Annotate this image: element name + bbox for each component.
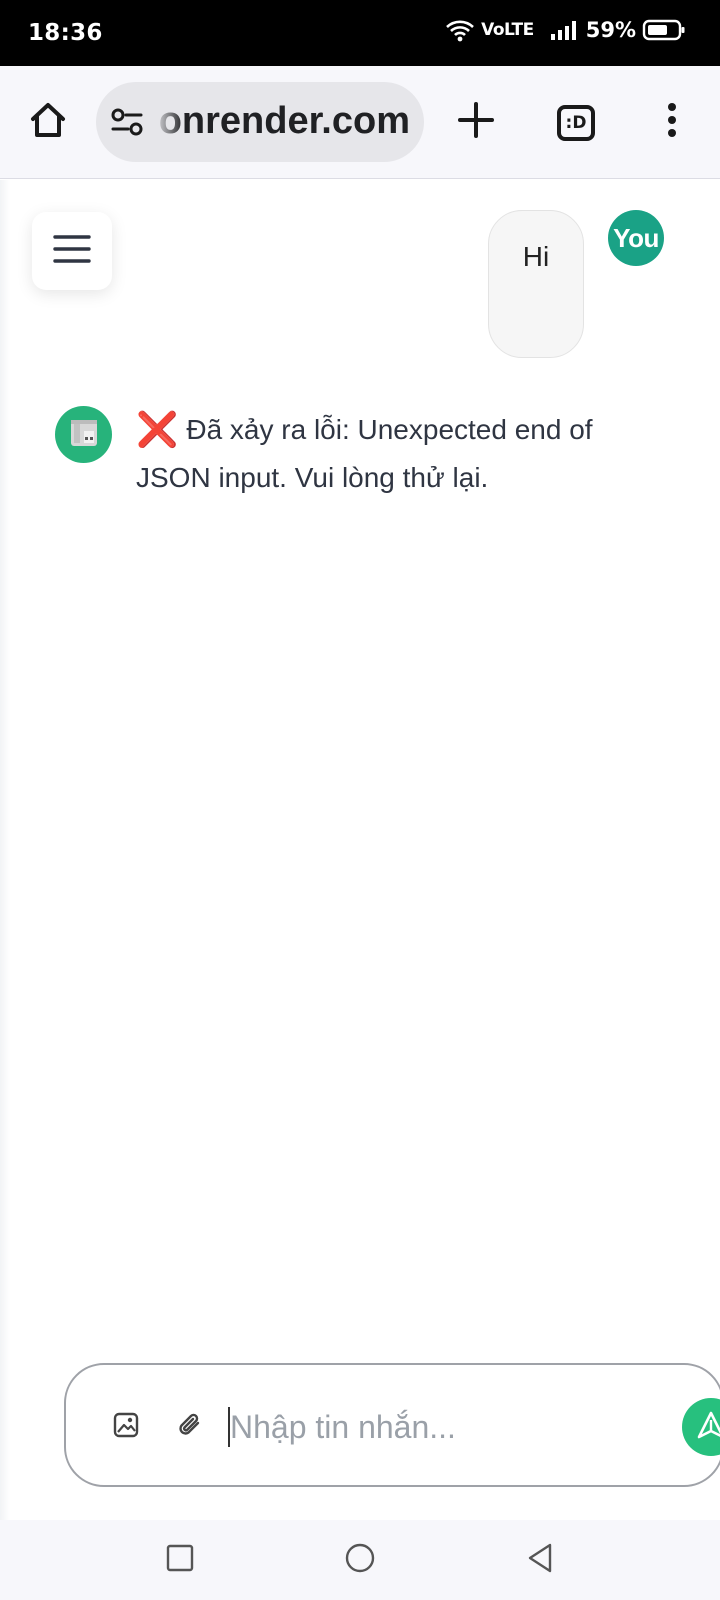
battery-icon: [642, 18, 686, 42]
attachment-icon[interactable]: [170, 1405, 210, 1445]
more-icon: [666, 102, 678, 143]
browser-toolbar: onrender.com :D: [0, 66, 720, 179]
site-settings-icon[interactable]: [110, 106, 144, 143]
url-text: onrender.com: [160, 100, 410, 142]
bot-message: ❌ Đã xảy ra lỗi: Unexpected end of JSON i…: [136, 406, 596, 502]
address-bar[interactable]: onrender.com: [96, 82, 424, 162]
error-icon: ❌: [136, 411, 179, 449]
user-avatar: You: [608, 210, 664, 266]
status-icons: VoLTE 59%: [445, 18, 686, 42]
bot-message-text: Đã xảy ra lỗi: Unexpected end of JSON in…: [136, 414, 593, 493]
recents-button[interactable]: [156, 1536, 204, 1584]
tab-switcher-button[interactable]: :D: [548, 66, 604, 179]
new-tab-button[interactable]: [448, 66, 504, 179]
message-input[interactable]: [230, 1395, 650, 1459]
recents-icon: [165, 1543, 195, 1578]
hamburger-menu-icon: [53, 234, 91, 269]
tab-switcher-icon: :D: [557, 104, 595, 141]
back-icon: [525, 1542, 555, 1579]
user-message-text: Hi: [522, 241, 550, 272]
wifi-icon: [445, 18, 475, 42]
new-tab-icon: [457, 101, 495, 144]
message-composer: [64, 1363, 720, 1487]
bot-avatar-icon: [64, 412, 104, 457]
image-icon[interactable]: [106, 1405, 146, 1445]
home-nav-button[interactable]: [336, 1536, 384, 1584]
back-button[interactable]: [516, 1536, 564, 1584]
sidebar-edge: [0, 180, 10, 1520]
status-time: 18:36: [28, 20, 103, 46]
bot-avatar: [55, 406, 112, 463]
send-icon: [696, 1410, 720, 1445]
home-circle-icon: [344, 1542, 376, 1579]
volte-label: VoLTE: [481, 20, 534, 40]
home-icon: [28, 100, 68, 145]
status-bar: 18:36 VoLTE 59%: [0, 0, 720, 66]
more-menu-button[interactable]: [644, 66, 700, 179]
battery-percent: 59%: [585, 18, 636, 42]
menu-button[interactable]: [32, 212, 112, 290]
signal-icon: [550, 19, 580, 41]
url-fade: [154, 82, 184, 162]
home-button[interactable]: [20, 66, 76, 179]
user-message-bubble: Hi: [488, 210, 584, 358]
system-nav-bar: [0, 1520, 720, 1600]
